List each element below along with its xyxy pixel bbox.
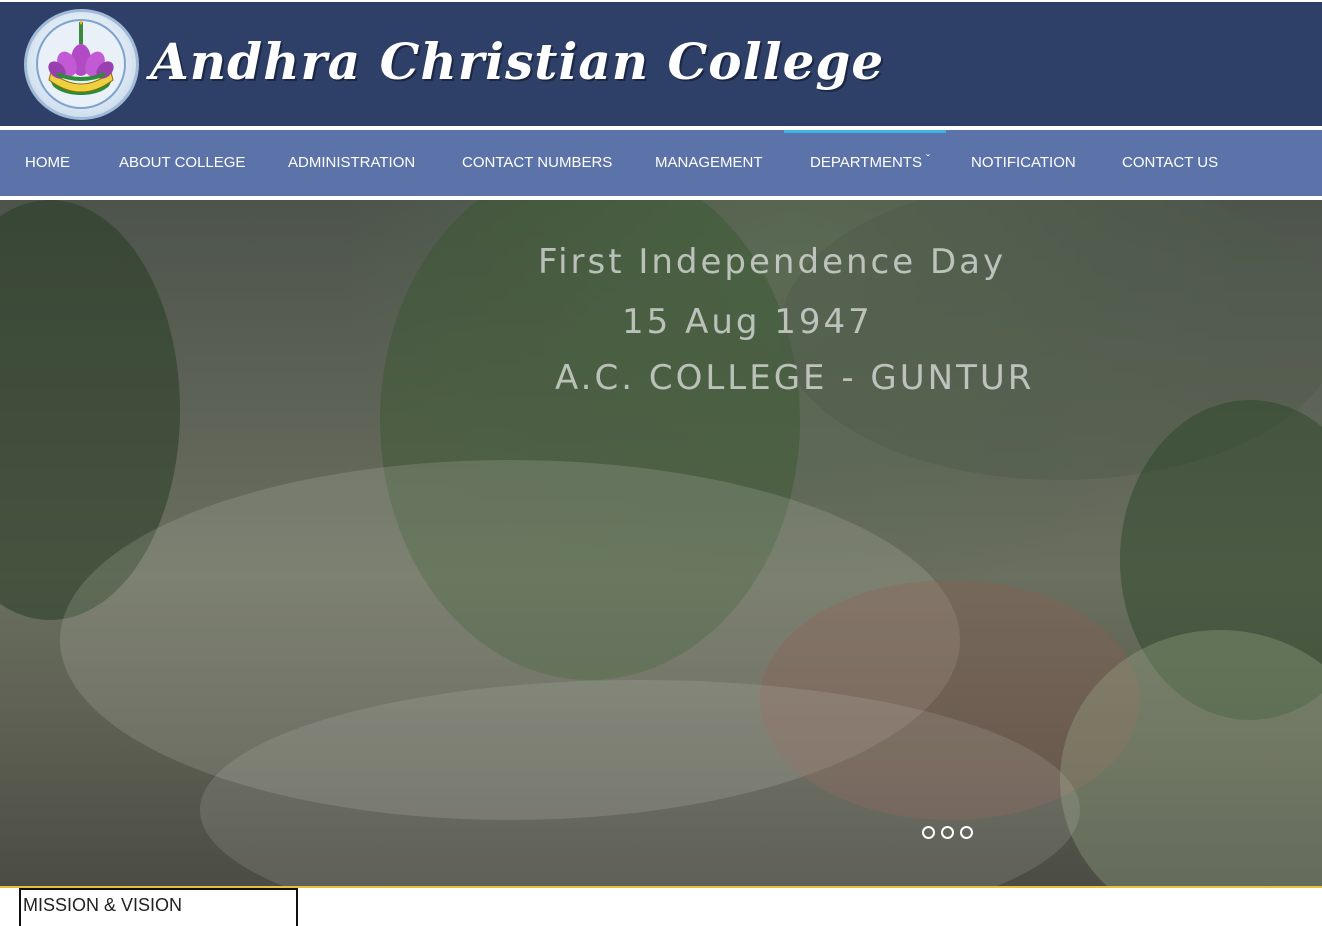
- nav-item-administration[interactable]: ADMINISTRATION: [288, 130, 415, 196]
- slider-dot-3[interactable]: [960, 826, 973, 839]
- mission-vision-heading: MISSION & VISION: [23, 895, 183, 915]
- nav-item-about-college[interactable]: ABOUT COLLEGE: [119, 130, 245, 196]
- nav-item-contact-us[interactable]: CONTACT US: [1122, 130, 1218, 196]
- nav-item-departments[interactable]: DEPARTMENTS ˇ: [784, 130, 946, 196]
- slide-caption-line-1: First Independence Day: [538, 242, 1007, 282]
- hero-slider[interactable]: First Independence Day 15 Aug 1947 A.C. …: [0, 200, 1322, 886]
- nav-item-departments-label: DEPARTMENTS: [810, 154, 922, 171]
- slider-dot-1[interactable]: [922, 826, 935, 839]
- college-name-title[interactable]: Andhra Christian College: [150, 32, 884, 91]
- slide-caption-line-2: 15 Aug 1947: [622, 302, 873, 342]
- site-header: Andhra Christian College: [0, 2, 1322, 126]
- nav-item-management[interactable]: MANAGEMENT: [655, 130, 763, 196]
- chevron-down-icon[interactable]: ˇ: [926, 129, 930, 189]
- main-navigation: HOME ABOUT COLLEGE ADMINISTRATION CONTAC…: [0, 130, 1322, 196]
- mission-vision-panel[interactable]: MISSION & VISION: [19, 888, 298, 926]
- nav-item-home[interactable]: HOME: [25, 130, 70, 196]
- nav-item-notification[interactable]: NOTIFICATION: [971, 130, 1076, 196]
- slider-pagination: [922, 826, 979, 844]
- college-seal-lotus-icon: [36, 19, 126, 109]
- slide-caption-line-3: A.C. COLLEGE - GUNTUR: [555, 358, 1035, 398]
- nav-item-contact-numbers[interactable]: CONTACT NUMBERS: [462, 130, 612, 196]
- college-seal-logo[interactable]: [24, 9, 139, 120]
- slider-dot-2[interactable]: [941, 826, 954, 839]
